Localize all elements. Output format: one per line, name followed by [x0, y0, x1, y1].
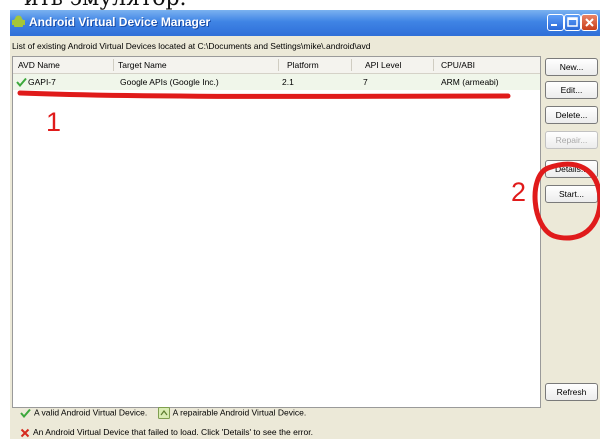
title-bar[interactable]: Android Virtual Device Manager [10, 10, 600, 36]
details-button[interactable]: Details... [545, 160, 598, 178]
valid-check-icon [20, 408, 31, 419]
column-cpu-abi[interactable]: CPU/ABI [441, 60, 475, 70]
refresh-button[interactable]: Refresh [545, 383, 598, 401]
column-api-level[interactable]: API Level [365, 60, 401, 70]
edit-button[interactable]: Edit... [545, 81, 598, 99]
annotation-number-2: 2 [511, 177, 527, 207]
cell-avd-name: GAPI-7 [28, 77, 56, 87]
android-app-icon [12, 15, 25, 27]
avd-manager-window: Android Virtual Device Manager List of e… [10, 10, 600, 439]
cell-cpu-abi: ARM (armeabi) [441, 77, 499, 87]
valid-check-icon [16, 77, 27, 87]
cell-target-name: Google APIs (Google Inc.) [120, 77, 219, 87]
maximize-icon [567, 17, 578, 27]
legend-repairable-text: A repairable Android Virtual Device. [172, 407, 307, 418]
close-button[interactable] [581, 14, 598, 31]
column-platform[interactable]: Platform [287, 60, 319, 70]
repairable-icon [157, 407, 170, 419]
delete-button[interactable]: Delete... [545, 106, 598, 124]
window-title: Android Virtual Device Manager [29, 15, 211, 29]
minimize-button[interactable] [547, 14, 564, 31]
column-separator [113, 59, 114, 71]
legend-valid-text: A valid Android Virtual Device. [34, 407, 148, 418]
maximize-button[interactable] [564, 14, 581, 31]
column-avd-name[interactable]: AVD Name [18, 60, 60, 70]
column-target-name[interactable]: Target Name [118, 60, 167, 70]
start-button[interactable]: Start... [545, 185, 598, 203]
legend-failed-text: An Android Virtual Device that failed to… [33, 427, 313, 437]
avd-location-label: List of existing Android Virtual Devices… [12, 41, 371, 51]
minimize-icon [551, 24, 557, 26]
column-separator [351, 59, 352, 71]
avd-list[interactable]: AVD Name Target Name Platform API Level … [12, 56, 541, 408]
table-row[interactable]: GAPI-7 Google APIs (Google Inc.) 2.1 7 A… [13, 74, 540, 90]
new-button[interactable]: New... [545, 58, 598, 76]
error-x-icon [20, 428, 30, 437]
close-icon [585, 18, 594, 27]
cell-platform: 2.1 [282, 77, 294, 87]
column-separator [278, 59, 279, 71]
cell-api-level: 7 [363, 77, 368, 87]
column-header: AVD Name Target Name Platform API Level … [13, 57, 540, 74]
annotation-number-1: 1 [46, 107, 62, 137]
column-separator [433, 59, 434, 71]
legend-failed: An Android Virtual Device that failed to… [20, 427, 313, 438]
legend-valid: A valid Android Virtual Device. A repair… [20, 407, 306, 419]
repair-button[interactable]: Repair... [545, 131, 598, 149]
